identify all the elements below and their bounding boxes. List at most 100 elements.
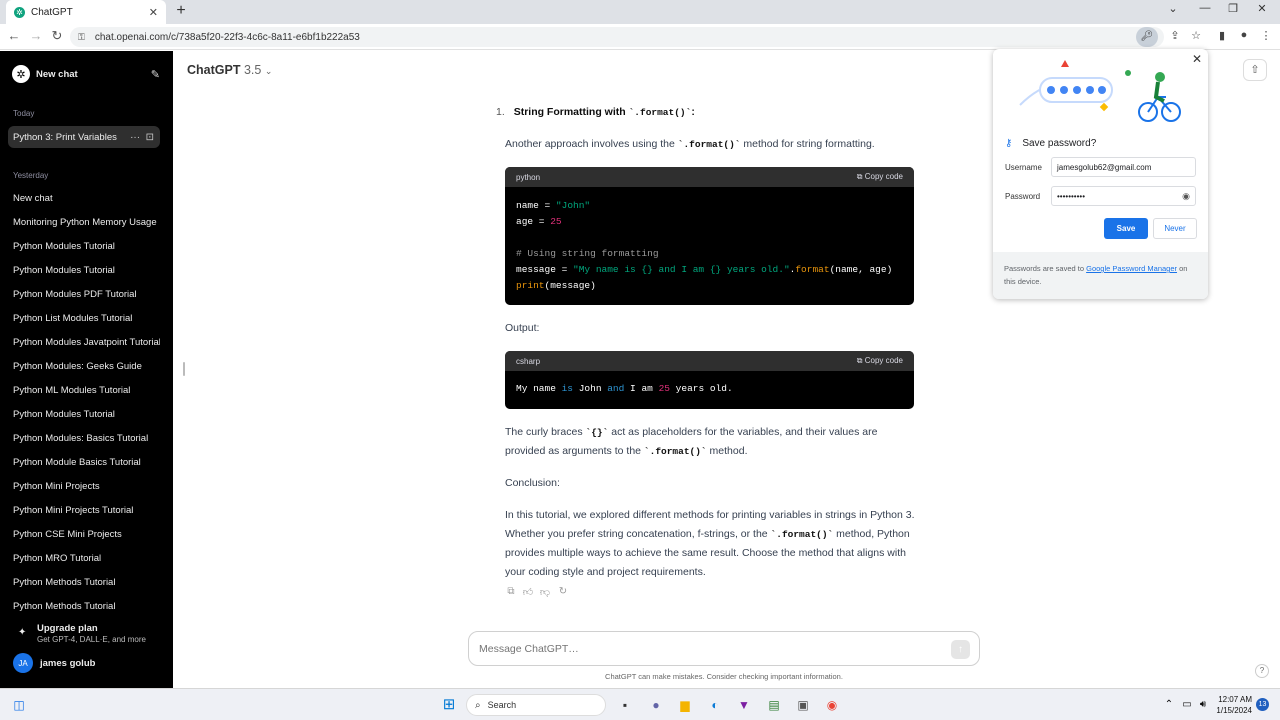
sidebar-item[interactable]: Python Mini Projects Tutorial bbox=[8, 499, 160, 521]
copy-code-label: Copy code bbox=[864, 172, 903, 181]
taskbar-clock[interactable]: 12:07 AM 1/15/2024 bbox=[1212, 694, 1252, 716]
sidebar-item[interactable]: Python Modules: Basics Tutorial bbox=[8, 427, 160, 449]
volume-icon[interactable]: 🔊︎ bbox=[1194, 696, 1212, 714]
upgrade-plan-button[interactable]: ✦ Upgrade plan Get GPT-4, DALL·E, and mo… bbox=[13, 621, 163, 649]
send-button[interactable]: ↑ bbox=[951, 640, 970, 659]
show-hidden-icons-icon[interactable]: ⌃ bbox=[1160, 696, 1178, 714]
password-field[interactable]: •••••••••• ◉ bbox=[1051, 186, 1196, 206]
reload-icon[interactable]: ↻ bbox=[48, 28, 66, 44]
thumbs-up-icon[interactable]: 👍︎ bbox=[521, 586, 535, 598]
sidebar-item[interactable]: Python Mini Projects bbox=[8, 475, 160, 497]
new-tab-button[interactable]: + bbox=[172, 2, 190, 22]
model-version: 3.5 bbox=[243, 63, 262, 77]
profile-icon[interactable]: ● bbox=[1236, 29, 1252, 41]
model-selector[interactable]: ChatGPT 3.5 ⌄ bbox=[187, 63, 272, 77]
task-view-icon[interactable]: ▪ bbox=[616, 696, 634, 714]
p2-code-format: `.format()` bbox=[643, 446, 707, 457]
sidebar-item[interactable]: Monitoring Python Memory Usage bbox=[8, 211, 160, 233]
maximize-icon[interactable]: ❐ bbox=[1222, 2, 1244, 15]
username-field[interactable]: jamesgolub62@gmail.com bbox=[1051, 157, 1196, 177]
sidebar-item[interactable]: Python Modules Tutorial bbox=[8, 235, 160, 257]
file-explorer-icon[interactable]: ▆ bbox=[676, 696, 694, 714]
side-panel-icon[interactable]: ▮ bbox=[1214, 29, 1230, 42]
edit-icon[interactable]: ✎ bbox=[151, 68, 160, 81]
back-icon[interactable]: ← bbox=[5, 28, 23, 43]
sidebar-item-label: Python 3: Print Variables bbox=[13, 131, 117, 143]
close-icon[interactable]: ✕ bbox=[1192, 52, 1202, 66]
sidebar-item[interactable]: Python Module Basics Tutorial bbox=[8, 451, 160, 473]
regenerate-icon[interactable]: ↻ bbox=[556, 586, 570, 597]
notification-badge[interactable]: 13 bbox=[1256, 698, 1269, 711]
password-key-icon[interactable]: 🔑︎ bbox=[1136, 27, 1158, 47]
username-value: jamesgolub62@gmail.com bbox=[1057, 162, 1152, 172]
p2-text: The curly braces bbox=[505, 426, 586, 438]
help-button[interactable]: ? bbox=[1255, 664, 1269, 678]
clipboard-icon: ⧉ bbox=[856, 172, 863, 181]
tab-search-icon[interactable]: ⌄ bbox=[1162, 2, 1184, 15]
clock-time: 12:07 AM bbox=[1218, 695, 1252, 704]
paragraph-intro: Another approach involves using the `.fo… bbox=[505, 135, 920, 154]
password-illustration bbox=[1019, 60, 1181, 122]
close-window-icon[interactable]: ✕ bbox=[1251, 2, 1273, 15]
conclusion-label: Conclusion: bbox=[505, 477, 560, 489]
bookmark-star-icon[interactable]: ☆ bbox=[1188, 29, 1204, 42]
code-block-python: python ⧉ Copy code name = "John" age = 2… bbox=[505, 167, 914, 305]
chat-app-icon[interactable]: ● bbox=[647, 696, 665, 714]
heading-text: String Formatting with bbox=[513, 106, 629, 118]
sidebar-item[interactable]: Python Modules PDF Tutorial bbox=[8, 283, 160, 305]
task-view-widget-icon[interactable]: ◫ bbox=[10, 696, 28, 714]
footer-text: Passwords are saved to bbox=[1004, 264, 1087, 273]
new-chat-label: New chat bbox=[36, 68, 78, 80]
chat-options-icon[interactable]: ··· ⊡ bbox=[130, 132, 160, 143]
sidebar-item[interactable]: New chat bbox=[8, 187, 160, 209]
sidebar-item[interactable]: Python MRO Tutorial bbox=[8, 547, 160, 569]
heading-code: `.format()` bbox=[628, 107, 692, 118]
app-icon[interactable]: ▼ bbox=[735, 696, 753, 714]
sidebar-item[interactable]: Python Methods Tutorial bbox=[8, 595, 160, 617]
clipboard-icon: ⧉ bbox=[856, 356, 863, 365]
p1-code: `.format()` bbox=[677, 139, 741, 150]
browser-menu-icon[interactable]: ⋮ bbox=[1258, 29, 1274, 42]
thumbs-down-icon[interactable]: 👎︎ bbox=[538, 586, 552, 598]
search-icon: ⌕ bbox=[475, 699, 481, 711]
upgrade-subtitle: Get GPT-4, DALL·E, and more bbox=[37, 635, 146, 644]
sidebar-item[interactable]: Python Methods Tutorial bbox=[8, 571, 160, 593]
editor-app-icon[interactable]: ▤ bbox=[765, 696, 783, 714]
close-tab-icon[interactable]: ✕ bbox=[149, 6, 158, 19]
new-chat-button[interactable]: ✲ New chat ✎ bbox=[8, 61, 160, 87]
sidebar-item[interactable]: Python Modules Javatpoint Tutorial bbox=[8, 331, 160, 353]
share-page-icon[interactable]: ⇪ bbox=[1167, 29, 1183, 42]
taskbar-search[interactable]: ⌕ Search bbox=[466, 694, 606, 716]
sidebar-item[interactable]: Python CSE Mini Projects bbox=[8, 523, 160, 545]
sidebar-item-active[interactable]: Python 3: Print Variables ··· ⊡ bbox=[8, 126, 160, 148]
sidebar-item[interactable]: Python Modules Tutorial bbox=[8, 403, 160, 425]
share-chat-button[interactable]: ⇧ bbox=[1243, 59, 1267, 81]
save-button[interactable]: Save bbox=[1104, 218, 1148, 239]
save-password-title: ⚷ Save password? bbox=[1005, 138, 1096, 149]
password-manager-link[interactable]: Google Password Manager bbox=[1086, 264, 1177, 273]
model-name: ChatGPT bbox=[187, 63, 241, 77]
show-password-eye-icon[interactable]: ◉ bbox=[1182, 191, 1190, 202]
chrome-icon[interactable]: ◉ bbox=[823, 696, 841, 714]
browser-tab[interactable]: ✲ ChatGPT ✕ bbox=[6, 0, 166, 24]
copy-icon[interactable]: ⧉ bbox=[504, 586, 518, 597]
windows-start-icon[interactable]: ⊞ bbox=[440, 696, 458, 714]
sidebar-item[interactable]: Python List Modules Tutorial bbox=[8, 307, 160, 329]
url-field[interactable]: ⚿ chat.openai.com/c/738a5f20-22f3-4c6c-8… bbox=[70, 27, 1164, 47]
copy-code-button[interactable]: ⧉ Copy code bbox=[857, 172, 903, 182]
sidebar-item[interactable]: Python ML Modules Tutorial bbox=[8, 379, 160, 401]
sidebar-item[interactable]: Python Modules: Geeks Guide bbox=[8, 355, 160, 377]
settings-app-icon[interactable]: ▣ bbox=[794, 696, 812, 714]
section-yesterday: Yesterday bbox=[13, 171, 49, 180]
sidebar-collapse-handle[interactable] bbox=[183, 362, 185, 376]
forward-icon[interactable]: → bbox=[27, 28, 45, 43]
site-info-icon[interactable]: ⚿ bbox=[78, 32, 85, 43]
edge-browser-icon[interactable]: ◐ bbox=[706, 696, 724, 714]
message-input[interactable] bbox=[479, 641, 939, 657]
never-button[interactable]: Never bbox=[1153, 218, 1197, 239]
minimize-icon[interactable]: — bbox=[1194, 2, 1216, 14]
sidebar-item[interactable]: Python Modules Tutorial bbox=[8, 259, 160, 281]
user-menu[interactable]: JA james golub bbox=[13, 652, 163, 674]
copy-code-button[interactable]: ⧉ Copy code bbox=[857, 356, 903, 366]
popup-footer: Passwords are saved to Google Password M… bbox=[993, 252, 1208, 299]
